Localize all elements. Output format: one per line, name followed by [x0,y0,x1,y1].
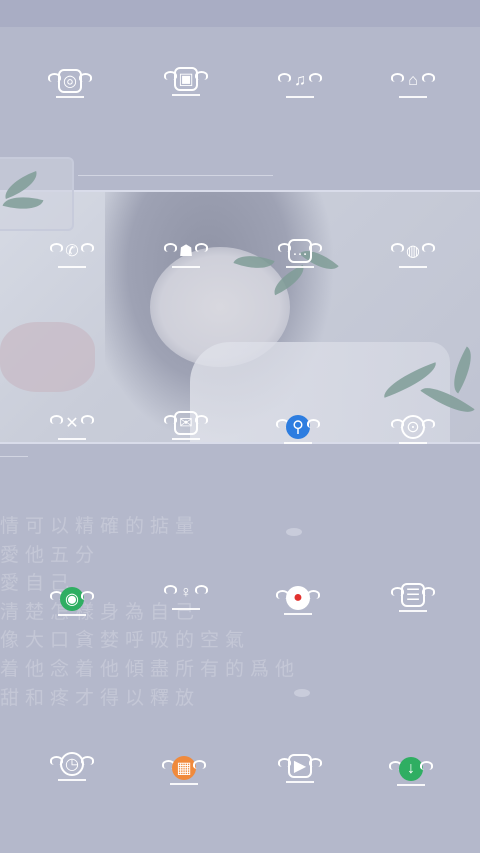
app-download[interactable]: ↓ [389,756,433,786]
icon-base-line [172,266,200,268]
wing-decoration [195,243,208,252]
icon-base-line [286,781,314,783]
lyric-line: 甜和疼才得以釋放 [0,686,201,709]
photo-hand [0,322,95,392]
app-shop[interactable]: ⌂ [391,68,435,98]
app-gallery[interactable]: ▣ [164,66,208,96]
icon-base-line [286,96,314,98]
icon-base-line [172,94,200,96]
wing-decoration [309,73,322,82]
phone-icon: ✆ [65,243,79,260]
download-icon: ↓ [399,757,423,781]
shop-bag-icon: ⌂ [408,72,418,89]
divider-line [78,175,273,176]
icon-base-line [58,266,86,268]
lyric-line: 愛他五分 [0,543,101,566]
wing-decoration [307,590,320,599]
lyric-line: 情可以精確的掂量 [0,515,201,537]
notes-icon: ☰ [401,583,425,607]
app-camera[interactable]: ◎ [48,68,92,98]
status-bar [0,0,480,27]
app-tools[interactable]: ✕ [50,410,94,440]
wing-decoration [420,761,433,770]
app-video[interactable]: ▶ [278,753,322,783]
clock-icon: ◷ [60,752,84,776]
app-hotspot[interactable]: ◉ [50,586,94,616]
contacts-icon: ☗ [178,243,194,260]
wing-decoration [309,758,322,767]
mail-icon: ✉ [174,411,198,435]
icon-base-line [399,442,427,444]
record-icon: ● [286,586,310,610]
camera-icon: ◎ [58,69,82,93]
icon-base-line [286,266,314,268]
wing-decoration [193,760,206,769]
wing-decoration [422,587,435,596]
icon-base-line [58,438,86,440]
app-calendar[interactable]: ▦ [162,755,206,785]
icon-base-line [170,783,198,785]
gallery-icon: ▣ [174,67,198,91]
app-browser[interactable]: ◍ [391,238,435,268]
browser-icon: ◍ [406,243,420,260]
messages-icon: … [288,239,312,263]
leaf-decoration [0,170,42,200]
app-search[interactable]: ⚲ [276,414,320,444]
app-notes[interactable]: ☰ [391,582,435,612]
music-icon: ♫ [294,72,306,89]
compass-icon: ⊙ [401,415,425,439]
wing-decoration [81,243,94,252]
wing-decoration [309,243,322,252]
icon-base-line [56,96,84,98]
wing-decoration [81,415,94,424]
settings-tools-icon: ✕ [65,415,79,432]
wing-decoration [307,419,320,428]
wing-decoration [195,585,208,594]
wing-decoration [81,591,94,600]
icon-base-line [58,614,86,616]
wing-decoration [195,415,208,424]
icon-base-line [172,608,200,610]
app-messages[interactable]: … [278,238,322,268]
icon-base-line [172,438,200,440]
app-clock[interactable]: ◷ [50,751,94,781]
lollipop-icon: ♀ [180,584,192,601]
icon-base-line [284,442,312,444]
icon-base-line [397,784,425,786]
video-icon: ▶ [288,754,312,778]
app-contacts[interactable]: ☗ [164,238,208,268]
app-lollipop[interactable]: ♀ [164,580,208,610]
app-mail[interactable]: ✉ [164,410,208,440]
wing-decoration [422,73,435,82]
leaf-card [0,157,74,231]
search-icon: ⚲ [286,415,310,439]
icon-base-line [58,779,86,781]
lyric-line: 像大口貪婪呼吸的空氣 [0,629,251,652]
icon-base-line [399,266,427,268]
wing-decoration [195,71,208,80]
lyric-line: 着他念着他傾盡所有的爲他 [0,657,301,680]
wing-decoration [422,419,435,428]
divider-line [0,456,28,457]
icon-base-line [399,96,427,98]
icon-base-line [399,610,427,612]
calendar-grid-icon: ▦ [172,756,196,780]
app-music[interactable]: ♫ [278,68,322,98]
app-compass[interactable]: ⊙ [391,414,435,444]
icon-base-line [284,613,312,615]
wifi-hotspot-icon: ◉ [60,587,84,611]
wing-decoration [79,73,92,82]
wing-decoration [81,756,94,765]
wing-decoration [422,243,435,252]
app-phone[interactable]: ✆ [50,238,94,268]
app-recorder[interactable]: ● [276,585,320,615]
